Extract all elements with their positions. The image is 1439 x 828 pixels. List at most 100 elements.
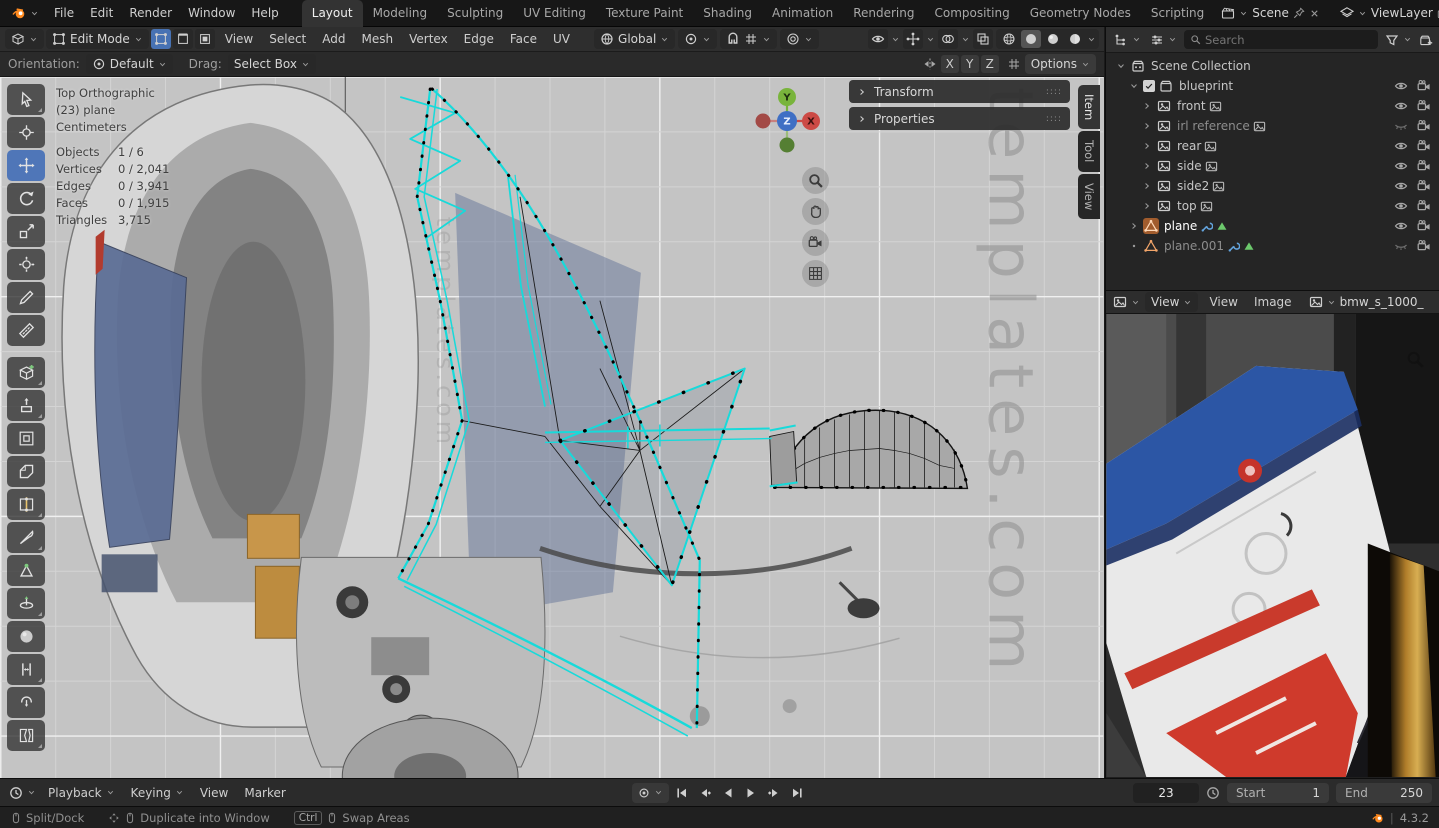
unlink-scene-icon[interactable] [1309, 8, 1320, 19]
outliner-row-front[interactable]: front [1106, 96, 1439, 116]
workspace-tab-texture-paint[interactable]: Texture Paint [596, 0, 693, 27]
select-mode-edge[interactable] [172, 29, 193, 49]
render-visibility-icon[interactable] [1417, 159, 1431, 173]
workspace-tab-modeling[interactable]: Modeling [363, 0, 438, 27]
toggle-xray[interactable] [973, 29, 993, 49]
expand-icon[interactable] [1141, 121, 1153, 131]
zoom-button[interactable] [802, 167, 829, 194]
panel-drag-grip[interactable]: :::: [1046, 87, 1062, 97]
workspace-tab-layout[interactable]: Layout [301, 0, 363, 27]
expand-icon[interactable] [1128, 221, 1140, 231]
search-input[interactable] [1205, 32, 1372, 47]
render-visibility-icon[interactable] [1417, 219, 1431, 233]
end-frame-field[interactable]: End 250 [1336, 782, 1432, 803]
render-visibility-icon[interactable] [1417, 179, 1431, 193]
pin-icon[interactable] [1293, 7, 1305, 19]
menu-window[interactable]: Window [180, 3, 243, 23]
workspace-tab-compositing[interactable]: Compositing [924, 0, 1019, 27]
image-datablock-selector[interactable]: bmw_s_1000_ [1303, 292, 1430, 312]
workspace-tab-rendering[interactable]: Rendering [843, 0, 924, 27]
timeline-menu-view[interactable]: View [192, 783, 236, 803]
eye-open-icon[interactable] [1394, 219, 1408, 233]
tool-tweak-select[interactable] [7, 84, 45, 115]
render-visibility-icon[interactable] [1417, 99, 1431, 113]
navigation-gizmo[interactable]: Y X Z [749, 83, 825, 162]
viewport-menu-uv[interactable]: UV [545, 29, 578, 49]
transport-jump-start[interactable] [672, 783, 693, 803]
drag-setting-dropdown[interactable]: Select Box [227, 54, 316, 74]
mirror-axis-x[interactable]: X [940, 55, 959, 73]
collection-checkbox[interactable] [1143, 80, 1155, 92]
timeline-editor-type-button[interactable] [7, 783, 38, 803]
expand-icon[interactable] [1141, 201, 1153, 211]
orientation-dropdown[interactable]: Global [594, 29, 676, 49]
pivot-dropdown[interactable] [678, 29, 718, 49]
tool-transform[interactable] [7, 249, 45, 280]
transport-play-reverse[interactable] [718, 783, 739, 803]
outliner-row-scene-collection[interactable]: Scene Collection [1106, 56, 1439, 76]
timeline-menu-keying[interactable]: Keying [123, 783, 192, 803]
image-editor-menu-image[interactable]: Image [1246, 292, 1300, 312]
image-editor-mode-dropdown[interactable]: View [1145, 292, 1199, 312]
tool-spin[interactable] [7, 588, 45, 619]
render-visibility-icon[interactable] [1417, 199, 1431, 213]
viewport-menu-edge[interactable]: Edge [456, 29, 502, 49]
tool-scale[interactable] [7, 216, 45, 247]
editor-type-button[interactable] [5, 29, 44, 49]
tool-move[interactable] [7, 150, 45, 181]
select-mode-vertex[interactable] [150, 29, 171, 49]
render-visibility-icon[interactable] [1417, 239, 1431, 253]
tool-add-cube[interactable] [7, 357, 45, 388]
tool-knife[interactable] [7, 522, 45, 553]
toggle-gizmos[interactable] [903, 29, 923, 49]
eye-open-icon[interactable] [1394, 139, 1408, 153]
perspective-toggle-button[interactable] [802, 260, 829, 287]
outliner-row-side[interactable]: side [1106, 156, 1439, 176]
current-frame-field[interactable]: 23 [1133, 782, 1199, 803]
transport-prev-keyframe[interactable] [695, 783, 716, 803]
collapse-icon[interactable] [1128, 81, 1140, 91]
orientation-setting-dropdown[interactable]: Default [85, 54, 173, 74]
mode-selector[interactable]: Edit Mode [46, 29, 149, 49]
toggle-overlays[interactable] [938, 29, 958, 49]
auto-keying-button[interactable] [631, 782, 669, 803]
workspace-tab-animation[interactable]: Animation [762, 0, 843, 27]
sidebar-tab-view[interactable]: View [1078, 173, 1100, 219]
viewport-3d[interactable]: templates.com templates.com Top Orthogra… [0, 77, 1104, 778]
preview-range-icon[interactable] [1206, 786, 1220, 800]
render-visibility-icon[interactable] [1417, 79, 1431, 93]
outliner-row-plane-001[interactable]: plane.001 [1106, 236, 1439, 256]
viewport-menu-view[interactable]: View [217, 29, 261, 49]
camera-view-button[interactable] [802, 229, 829, 256]
viewport-menu-vertex[interactable]: Vertex [401, 29, 456, 49]
shading-rendered[interactable] [1065, 30, 1085, 48]
tool-edge-slide[interactable] [7, 654, 45, 685]
tool-extrude[interactable] [7, 390, 45, 421]
workspace-tab-scripting[interactable]: Scripting [1141, 0, 1214, 27]
menu-file[interactable]: File [46, 3, 82, 23]
viewport-menu-mesh[interactable]: Mesh [354, 29, 402, 49]
select-mode-face[interactable] [194, 29, 215, 49]
panel-drag-grip[interactable]: :::: [1046, 114, 1062, 124]
toggle-visibility[interactable] [868, 29, 888, 49]
eye-closed-icon[interactable] [1394, 119, 1408, 133]
transport-play[interactable] [741, 783, 762, 803]
shading-material[interactable] [1043, 30, 1063, 48]
eye-open-icon[interactable] [1394, 199, 1408, 213]
sidebar-tab-tool[interactable]: Tool [1078, 131, 1100, 172]
scene-selector[interactable]: Scene [1215, 3, 1326, 23]
shading-solid[interactable] [1021, 30, 1041, 48]
render-visibility-icon[interactable] [1417, 119, 1431, 133]
outliner-search[interactable] [1184, 30, 1378, 49]
sidebar-tab-item[interactable]: Item [1078, 85, 1100, 130]
snap-group[interactable] [720, 29, 778, 49]
eye-open-icon[interactable] [1394, 79, 1408, 93]
image-editor-canvas[interactable] [1106, 314, 1439, 777]
tool-annotate[interactable] [7, 282, 45, 313]
viewport-menu-add[interactable]: Add [314, 29, 353, 49]
mirror-axis-z[interactable]: Z [980, 55, 999, 73]
pan-button[interactable] [802, 198, 829, 225]
viewlayer-selector[interactable]: ViewLayer [1334, 3, 1439, 23]
image-editor-type-button[interactable] [1111, 292, 1142, 312]
tool-loop-cut[interactable] [7, 489, 45, 520]
